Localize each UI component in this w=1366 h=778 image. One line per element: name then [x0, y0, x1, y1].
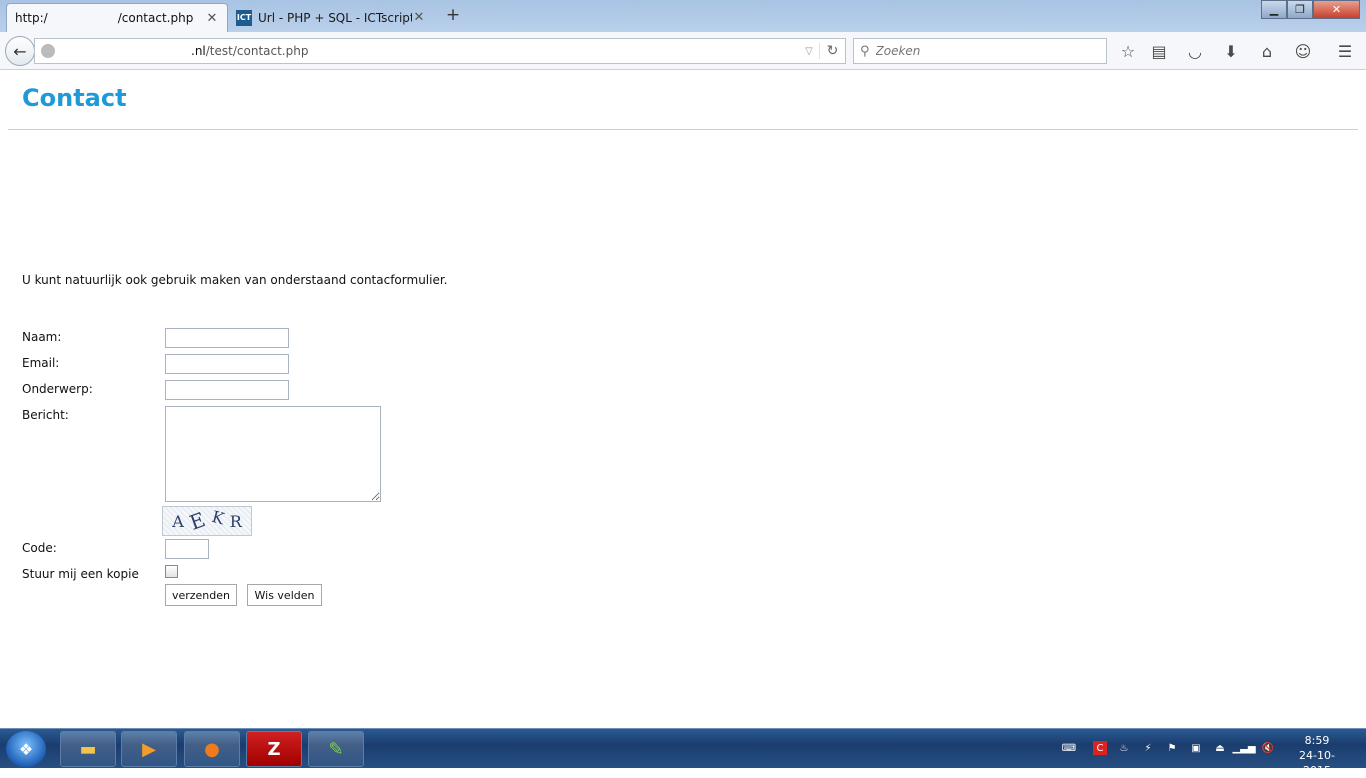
window-close-icon[interactable]: ✕: [1313, 0, 1360, 19]
search-bar[interactable]: ⚲: [853, 38, 1107, 64]
wifi-signal-icon[interactable]: ▁▃▅: [1232, 741, 1255, 755]
code-label: Code:: [22, 541, 57, 555]
search-icon: ⚲: [860, 43, 870, 59]
minimize-icon[interactable]: ▁: [1261, 0, 1287, 19]
network-share-icon[interactable]: ♨: [1117, 741, 1131, 755]
new-tab-icon[interactable]: +: [444, 6, 462, 24]
page-title: Contact: [22, 84, 127, 112]
captcha-image: A E K R: [162, 506, 252, 536]
search-input[interactable]: [875, 44, 1096, 58]
ict-favicon-icon: ICT: [236, 9, 252, 26]
hello-icon[interactable]: ☺: [1292, 40, 1314, 62]
back-icon[interactable]: ←: [5, 36, 35, 66]
volume-muted-icon[interactable]: 🔇: [1261, 741, 1275, 755]
email-label: Email:: [22, 356, 60, 370]
url-dropdown-icon[interactable]: ▽: [799, 46, 819, 57]
notepad-plus-plus-icon[interactable]: ✎: [308, 731, 364, 767]
clock-time: 8:59: [1304, 734, 1330, 747]
name-input[interactable]: [165, 328, 289, 348]
captcha-char: E: [186, 507, 209, 535]
firefox-icon[interactable]: ●: [184, 731, 240, 767]
name-label: Naam:: [22, 330, 62, 344]
antivirus-icon[interactable]: C: [1093, 741, 1107, 755]
reset-button[interactable]: Wis velden: [247, 584, 322, 606]
code-input[interactable]: [165, 539, 209, 559]
action-center-icon[interactable]: ⚑: [1165, 741, 1179, 755]
explorer-icon[interactable]: ▬: [60, 731, 116, 767]
intro-text: U kunt natuurlijk ook gebruik maken van …: [22, 273, 448, 287]
update-icon[interactable]: ⚡: [1141, 741, 1155, 755]
title-bar: http://contact.php ✕ ICT Url - PHP + SQL…: [0, 0, 1366, 32]
usb-icon[interactable]: ⏏: [1213, 741, 1227, 755]
display-icon[interactable]: ▣: [1189, 741, 1203, 755]
message-textarea[interactable]: [165, 406, 381, 502]
tab-close-icon[interactable]: ✕: [205, 11, 219, 26]
clock-date: 24-10-2015: [1299, 749, 1335, 777]
tab-title: http://contact.php: [15, 11, 194, 25]
start-button-icon[interactable]: ❖: [6, 731, 46, 767]
star-icon[interactable]: ☆: [1117, 40, 1139, 62]
url-text[interactable]: .nl/test/contact.php: [191, 44, 799, 58]
filezilla-icon[interactable]: Z: [246, 731, 302, 767]
tab-close-icon[interactable]: ✕: [412, 10, 426, 25]
reload-icon[interactable]: ↻: [819, 43, 845, 59]
title-divider: [8, 129, 1358, 130]
taskbar-clock[interactable]: 8:59 24-10-2015: [1286, 733, 1348, 778]
email-input[interactable]: [165, 354, 289, 374]
menu-icon[interactable]: ☰: [1334, 40, 1356, 62]
tab-contact[interactable]: http://contact.php ✕: [6, 3, 228, 32]
copy-label: Stuur mij een kopie: [22, 567, 139, 581]
captcha-char: K: [210, 506, 227, 528]
maximize-icon[interactable]: ❐: [1287, 0, 1313, 19]
subject-label: Onderwerp:: [22, 382, 93, 396]
keyboard-icon[interactable]: ⌨: [1062, 741, 1076, 755]
message-label: Bericht:: [22, 408, 69, 422]
taskbar: ❖ ▬ ▶ ● Z ✎: [0, 728, 1366, 768]
reading-list-icon[interactable]: ▤: [1148, 40, 1170, 62]
copy-checkbox[interactable]: [165, 565, 178, 578]
download-icon[interactable]: ⬇: [1220, 40, 1242, 62]
url-bar[interactable]: .nl/test/contact.php ▽ ↻: [34, 38, 846, 64]
pocket-icon[interactable]: ◡: [1184, 40, 1206, 62]
captcha-char: A: [172, 511, 184, 531]
home-icon[interactable]: ⌂: [1256, 40, 1278, 62]
submit-button[interactable]: verzenden: [165, 584, 237, 606]
tab-ictscripts[interactable]: ICT Url - PHP + SQL - ICTscript... ✕: [228, 3, 434, 32]
captcha-char: R: [229, 511, 242, 531]
site-identity-icon[interactable]: [41, 44, 55, 58]
subject-input[interactable]: [165, 380, 289, 400]
media-player-icon[interactable]: ▶: [121, 731, 177, 767]
tab-title: Url - PHP + SQL - ICTscript...: [258, 10, 412, 25]
